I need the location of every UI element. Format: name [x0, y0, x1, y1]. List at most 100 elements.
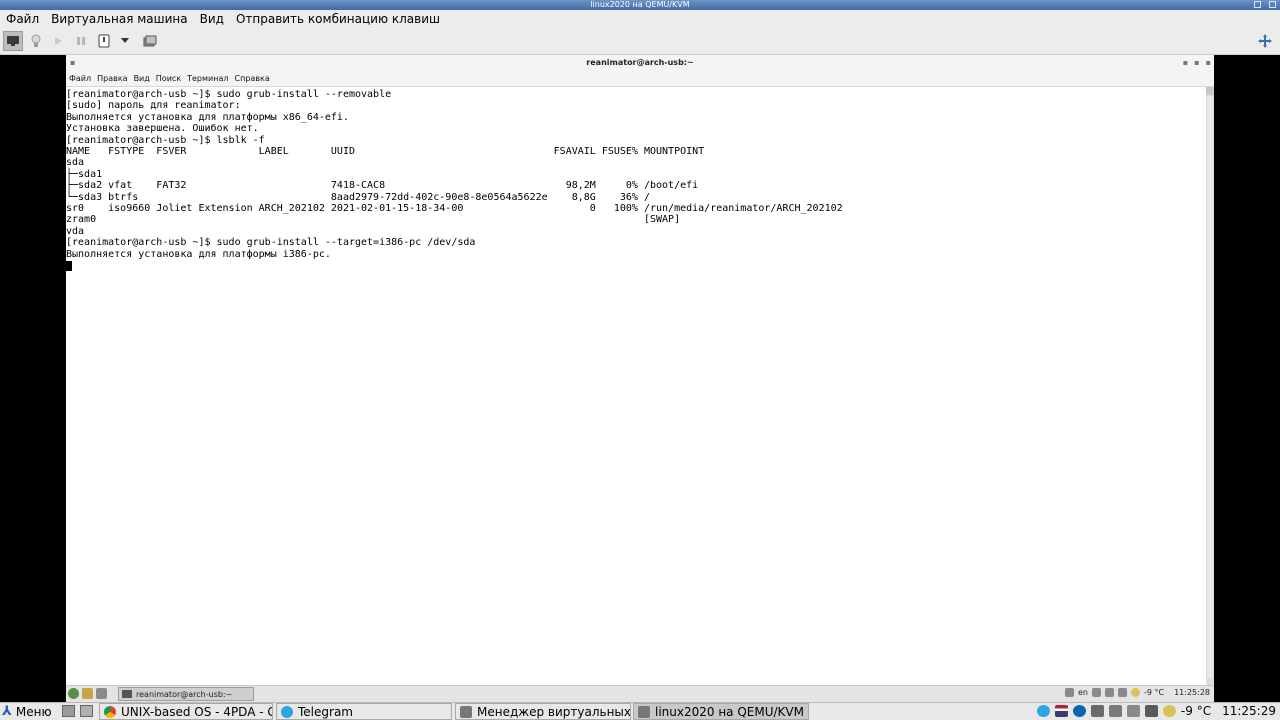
host-taskbar: ⅄ Меню UNIX-based OS - 4PDA - G... Teleg…	[0, 702, 1280, 720]
show-desktop-icon[interactable]	[62, 705, 75, 717]
file-manager-icon[interactable]	[80, 705, 93, 717]
guest-taskbar: reanimator@arch-usb:~ en -9 °C 11:25:28	[66, 685, 1214, 702]
terminal-menu-help[interactable]: Справка	[235, 74, 270, 83]
host-task-browser[interactable]: UNIX-based OS - 4PDA - G...	[99, 703, 273, 720]
terminal-line: Установка завершена. Ошибок нет.	[66, 123, 259, 135]
window-title: linux2020 на QEMU/KVM	[590, 0, 690, 9]
menu-view[interactable]: Вид	[194, 12, 230, 26]
terminal-line: NAME FSTYPE FSVER LABEL UUID FSAVAIL FSU…	[66, 146, 705, 158]
fullscreen-icon	[1258, 34, 1272, 48]
menu-logo-icon: ⅄	[2, 704, 12, 719]
weather-icon[interactable]	[1162, 705, 1176, 717]
terminal-menu-terminal[interactable]: Терминал	[187, 74, 228, 83]
text-cursor	[66, 261, 72, 272]
vm-display[interactable]: ▪ reanimator@arch-usb:~ ▪ ▪ ▪ Файл Правк…	[66, 55, 1214, 702]
dropdown-arrow-icon	[121, 38, 129, 43]
terminal-line: Выполняется установка для платформы x86_…	[66, 111, 349, 123]
guest-clock[interactable]: 11:25:28	[1174, 688, 1210, 697]
guest-tray: en -9 °C 11:25:28	[1064, 688, 1210, 697]
network-icon[interactable]	[1104, 688, 1114, 697]
guest-menu-icon[interactable]	[68, 688, 79, 699]
host-clock[interactable]: 11:25:29	[1222, 704, 1276, 718]
fullscreen-button[interactable]	[1256, 31, 1274, 51]
snapshots-icon	[143, 35, 157, 47]
host-task-telegram[interactable]: Telegram	[276, 703, 452, 720]
terminal-menu-view[interactable]: Вид	[134, 74, 150, 83]
updates-icon[interactable]	[1117, 688, 1127, 697]
terminal-line: [reanimator@arch-usb ~]$ sudo grub-insta…	[66, 237, 476, 249]
keyboard-layout[interactable]: en	[1078, 688, 1088, 697]
window-controls	[1254, 0, 1276, 8]
terminal-menu-file[interactable]: Файл	[69, 74, 91, 83]
terminal-line: Выполняется установка для платформы i386…	[66, 248, 331, 260]
terminal-line: [sudo] пароль для reanimator:	[66, 100, 241, 112]
host-task-virt-manager[interactable]: Менеджер виртуальных ...	[455, 703, 631, 720]
window-titlebar[interactable]: linux2020 на QEMU/KVM	[0, 0, 1280, 10]
volume-icon[interactable]	[1091, 688, 1101, 697]
play-icon	[55, 37, 62, 45]
console-view-button[interactable]	[3, 31, 23, 51]
volume-icon[interactable]	[1090, 705, 1104, 717]
menu-virtual-machine[interactable]: Виртуальная машина	[45, 12, 193, 26]
terminal-line: [reanimator@arch-usb ~]$ sudo grub-insta…	[66, 89, 392, 100]
guest-weather: -9 °C	[1143, 688, 1165, 697]
network-icon[interactable]	[1108, 705, 1122, 717]
terminal-text: [reanimator@arch-usb ~]$ sudo grub-insta…	[66, 87, 1206, 272]
guest-files-icon[interactable]	[96, 688, 107, 699]
scrollbar-thumb[interactable]	[1207, 96, 1213, 678]
terminal-title: reanimator@arch-usb:~	[586, 58, 694, 67]
menu-file[interactable]: Файл	[0, 12, 45, 26]
chrome-icon	[104, 705, 116, 718]
pause-button[interactable]	[72, 31, 90, 51]
terminal-output[interactable]: [reanimator@arch-usb ~]$ sudo grub-insta…	[66, 87, 1206, 687]
menubar: Файл Виртуальная машина Вид Отправить ко…	[0, 10, 1280, 28]
snapshots-button[interactable]	[140, 31, 160, 51]
terminal-line: zram0 [SWAP]	[66, 214, 681, 226]
maximize-icon[interactable]: ▪	[1194, 55, 1199, 71]
terminal-menu-edit[interactable]: Правка	[97, 74, 127, 83]
terminal-window-controls: ▪ ▪ ▪	[1183, 55, 1211, 71]
minimize-icon[interactable]: ▪	[1183, 55, 1188, 71]
terminal-menubar: Файл Правка Вид Поиск Терминал Справка	[66, 71, 1214, 87]
terminal-scrollbar[interactable]	[1206, 87, 1214, 687]
minimize-icon[interactable]	[1254, 1, 1261, 8]
keyboard-layout-flag-icon[interactable]	[1054, 705, 1068, 717]
start-menu-button[interactable]: ⅄ Меню	[2, 704, 52, 719]
terminal-line: sda	[66, 157, 85, 169]
terminal-line: [reanimator@arch-usb ~]$ lsblk -f	[66, 134, 265, 146]
weather-icon[interactable]	[1130, 688, 1140, 697]
host-task-vm-console[interactable]: linux2020 на QEMU/KVM	[633, 703, 809, 720]
hp-icon[interactable]	[1072, 705, 1086, 717]
shutdown-button[interactable]	[95, 31, 113, 51]
scroll-up-icon[interactable]	[1206, 87, 1214, 95]
run-button[interactable]	[50, 31, 66, 51]
telegram-icon	[281, 705, 293, 718]
toolbar	[0, 28, 1280, 55]
details-button[interactable]	[27, 31, 45, 51]
terminal-line: sr0 iso9660 Joliet Extension ARCH_202102…	[66, 203, 843, 215]
guest-task-terminal[interactable]: reanimator@arch-usb:~	[118, 687, 254, 701]
battery-icon[interactable]	[1144, 705, 1158, 717]
guest-launcher-icon[interactable]	[82, 688, 93, 699]
shutdown-dropdown-button[interactable]	[118, 31, 132, 51]
clipboard-icon[interactable]	[1126, 705, 1140, 717]
virt-manager-icon	[460, 705, 472, 718]
terminal-titlebar[interactable]: ▪ reanimator@arch-usb:~ ▪ ▪ ▪	[66, 55, 1214, 71]
host-task-label: linux2020 на QEMU/KVM	[655, 704, 804, 719]
maximize-icon[interactable]	[1269, 1, 1276, 8]
guest-task-label: reanimator@arch-usb:~	[136, 689, 233, 699]
close-icon[interactable]: ▪	[1206, 55, 1211, 71]
terminal-menu-search[interactable]: Поиск	[156, 74, 181, 83]
terminal-line: └─sda3 btrfs 8aad2979-72dd-402c-90e8-8e0…	[66, 191, 650, 203]
virt-manager-icon	[638, 705, 650, 718]
clipboard-icon[interactable]	[1064, 688, 1074, 697]
host-task-label: Менеджер виртуальных ...	[477, 704, 631, 719]
monitor-icon	[7, 36, 19, 46]
terminal-icon	[122, 690, 132, 698]
lightbulb-icon	[31, 34, 41, 47]
window-menu-icon[interactable]: ▪	[70, 55, 75, 71]
menu-send-key[interactable]: Отправить комбинацию клавиш	[230, 12, 446, 26]
telegram-tray-icon[interactable]	[1036, 705, 1050, 717]
power-icon	[98, 34, 110, 48]
terminal-line: ├─sda1	[66, 168, 103, 180]
